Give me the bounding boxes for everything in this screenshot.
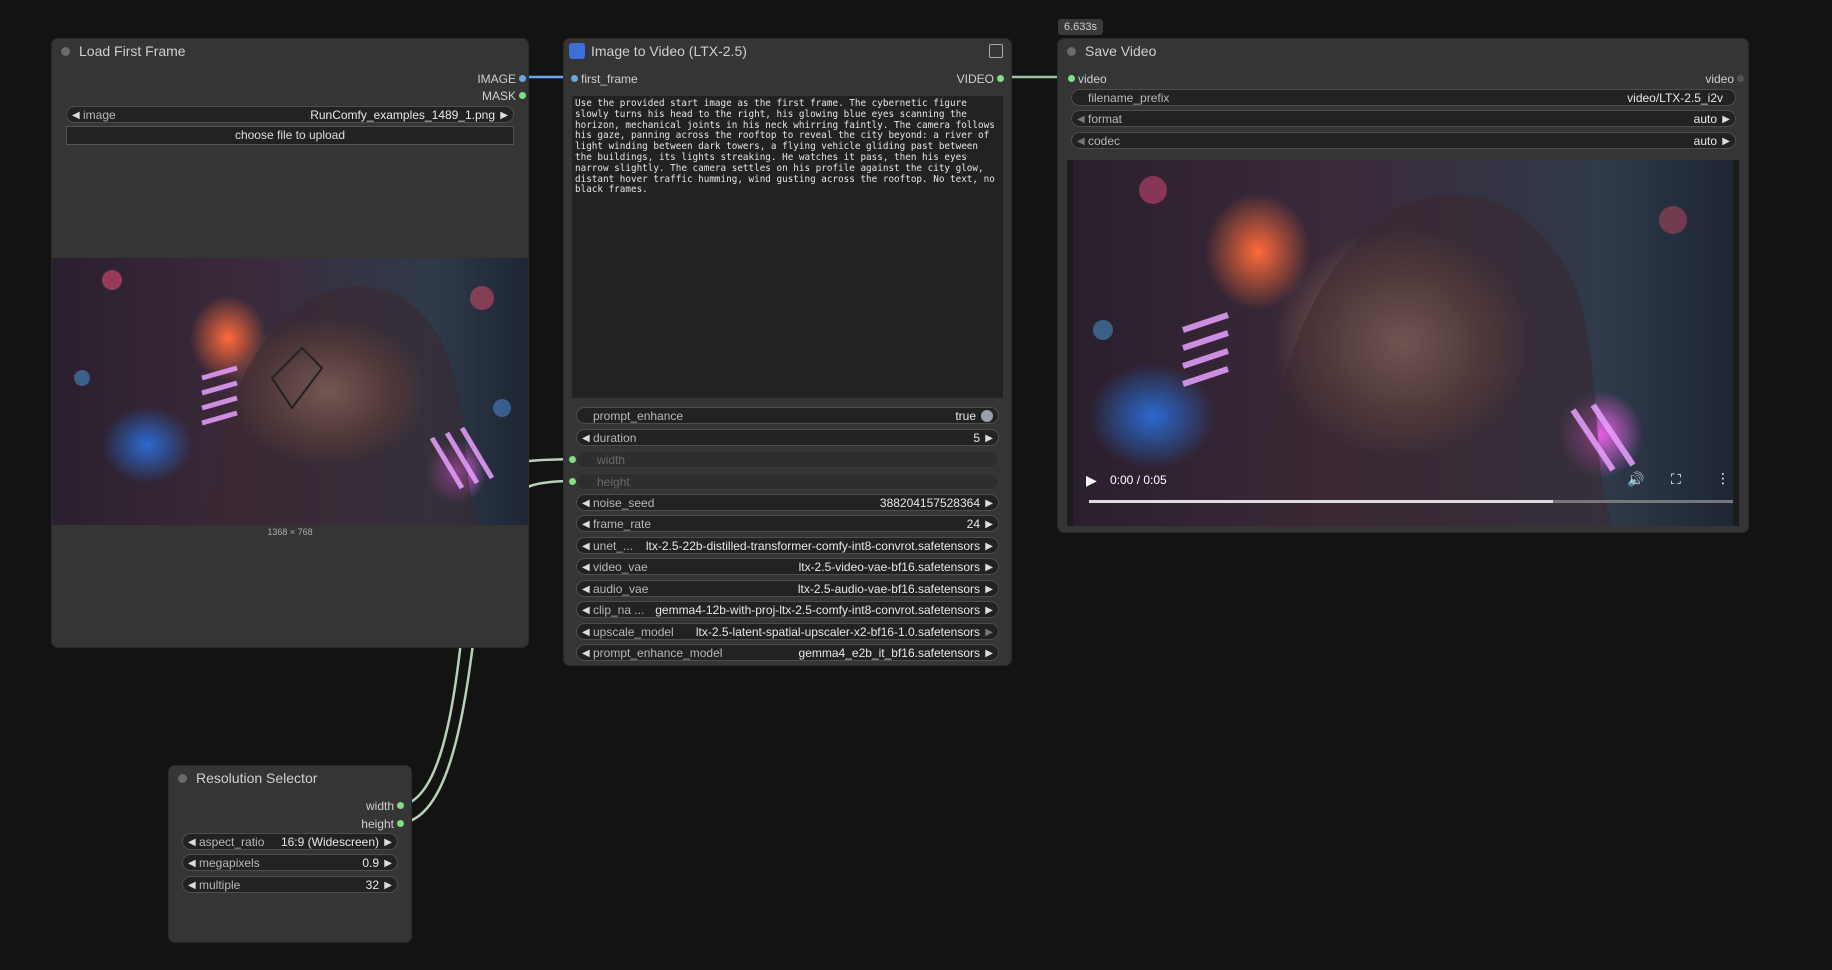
arrow-right-icon[interactable]: ▶ bbox=[1722, 133, 1730, 150]
slot-dot-icon[interactable] bbox=[571, 75, 578, 82]
arrow-right-icon[interactable]: ▶ bbox=[985, 495, 993, 512]
play-icon[interactable]: ▶ bbox=[1086, 472, 1097, 489]
video-vae-combo[interactable]: ◀ video_vae ltx-2.5-video-vae-bf16.safet… bbox=[576, 558, 999, 575]
arrow-right-icon[interactable]: ▶ bbox=[985, 645, 993, 662]
arrow-right-icon[interactable]: ▶ bbox=[985, 581, 993, 598]
arrow-right-icon[interactable]: ▶ bbox=[985, 538, 993, 555]
arrow-right-icon[interactable]: ▶ bbox=[384, 834, 392, 851]
image-to-video-node[interactable]: Image to Video (LTX-2.5) first_frame VID… bbox=[564, 39, 1011, 665]
arrow-left-icon[interactable]: ◀ bbox=[582, 559, 590, 576]
load-first-frame-node[interactable]: Load First Frame IMAGE MASK ◀ image RunC… bbox=[52, 39, 528, 647]
slot-dot-icon[interactable] bbox=[397, 802, 404, 809]
arrow-left-icon[interactable]: ◀ bbox=[582, 581, 590, 598]
arrow-right-icon[interactable]: ▶ bbox=[985, 602, 993, 619]
node-title: Save Video bbox=[1085, 43, 1157, 59]
volume-icon[interactable]: 🔊 bbox=[1627, 471, 1644, 488]
slot-dot-icon[interactable] bbox=[519, 75, 526, 82]
output-image-slot[interactable]: IMAGE bbox=[477, 71, 526, 87]
node-title: Load First Frame bbox=[79, 43, 186, 59]
output-video-slot[interactable]: video bbox=[1705, 71, 1744, 87]
slot-dot-icon[interactable] bbox=[1737, 75, 1744, 82]
video-progress-track[interactable] bbox=[1089, 500, 1733, 503]
slot-dot-icon[interactable] bbox=[997, 75, 1004, 82]
audio-vae-combo[interactable]: ◀ audio_vae ltx-2.5-audio-vae-bf16.safet… bbox=[576, 580, 999, 597]
input-first-frame-slot[interactable]: first_frame bbox=[571, 71, 638, 87]
height-widget: height bbox=[569, 473, 999, 490]
arrow-left-icon[interactable]: ◀ bbox=[582, 602, 590, 619]
slot-dot-icon[interactable] bbox=[569, 478, 576, 485]
arrow-right-icon[interactable]: ▶ bbox=[985, 624, 993, 641]
save-video-node[interactable]: Save Video video video filename_prefix v… bbox=[1058, 39, 1748, 532]
slot-dot-icon[interactable] bbox=[519, 92, 526, 99]
output-mask-slot[interactable]: MASK bbox=[482, 88, 526, 104]
arrow-left-icon[interactable]: ◀ bbox=[188, 834, 196, 851]
arrow-left-icon[interactable]: ◀ bbox=[1077, 133, 1085, 150]
arrow-left-icon[interactable]: ◀ bbox=[188, 855, 196, 872]
slot-dot-icon[interactable] bbox=[569, 456, 576, 463]
node-title-bar[interactable]: Load First Frame bbox=[52, 39, 528, 63]
prompt-textarea[interactable]: Use the provided start image as the firs… bbox=[572, 96, 1003, 398]
noise-seed-widget[interactable]: ◀ noise_seed 388204157528364 ▶ bbox=[576, 494, 999, 511]
arrow-left-icon[interactable]: ◀ bbox=[72, 107, 80, 124]
arrow-left-icon[interactable]: ◀ bbox=[582, 538, 590, 555]
image-combo[interactable]: ◀ image RunComfy_examples_1489_1.png ▶ bbox=[66, 106, 514, 123]
prompt-enhance-model-combo[interactable]: ◀ prompt_enhance_model gemma4_e2b_it_bf1… bbox=[576, 644, 999, 661]
fullscreen-icon[interactable]: ⛶ bbox=[1671, 471, 1681, 488]
format-combo[interactable]: ◀ format auto ▶ bbox=[1071, 110, 1736, 127]
comfy-logo-icon bbox=[569, 43, 585, 59]
node-title-bar[interactable]: Save Video bbox=[1058, 39, 1748, 63]
image-dimensions: 1368 × 768 bbox=[267, 527, 313, 537]
arrow-left-icon[interactable]: ◀ bbox=[582, 495, 590, 512]
node-title: Resolution Selector bbox=[196, 770, 318, 786]
multiple-widget[interactable]: ◀ multiple 32 ▶ bbox=[182, 876, 398, 893]
more-options-icon[interactable]: ⋮ bbox=[1716, 470, 1730, 487]
cyborg-portrait-icon bbox=[74, 270, 511, 525]
output-height-slot[interactable]: height bbox=[361, 816, 404, 832]
prompt-enhance-toggle[interactable]: prompt_enhance true bbox=[576, 407, 999, 424]
slot-dot-icon[interactable] bbox=[1068, 75, 1075, 82]
arrow-right-icon[interactable]: ▶ bbox=[985, 516, 993, 533]
collapse-dot-icon[interactable] bbox=[1067, 47, 1076, 56]
execution-time-badge: 6.633s bbox=[1058, 19, 1104, 35]
toggle-knob-icon[interactable] bbox=[981, 410, 993, 422]
unet-name-combo[interactable]: ◀ unet_... ltx-2.5-22b-distilled-transfo… bbox=[576, 537, 999, 554]
arrow-right-icon[interactable]: ▶ bbox=[985, 559, 993, 576]
output-width-slot[interactable]: width bbox=[366, 798, 404, 814]
arrow-left-icon[interactable]: ◀ bbox=[1077, 111, 1085, 128]
arrow-left-icon[interactable]: ◀ bbox=[582, 645, 590, 662]
arrow-left-icon[interactable]: ◀ bbox=[582, 624, 590, 641]
duration-widget[interactable]: ◀ duration 5 ▶ bbox=[576, 429, 999, 446]
arrow-left-icon[interactable]: ◀ bbox=[582, 430, 590, 447]
node-title-bar[interactable]: Image to Video (LTX-2.5) bbox=[564, 39, 1011, 63]
arrow-left-icon[interactable]: ◀ bbox=[188, 877, 196, 894]
collapse-dot-icon[interactable] bbox=[178, 774, 187, 783]
image-preview bbox=[52, 258, 528, 525]
filename-prefix-widget[interactable]: filename_prefix video/LTX-2.5_i2v bbox=[1071, 89, 1736, 106]
node-title: Image to Video (LTX-2.5) bbox=[591, 43, 747, 59]
clip-name-combo[interactable]: ◀ clip_na ... gemma4-12b-with-proj-ltx-2… bbox=[576, 601, 999, 618]
aspect-ratio-combo[interactable]: ◀ aspect_ratio 16:9 (Widescreen) ▶ bbox=[182, 833, 398, 850]
codec-combo[interactable]: ◀ codec auto ▶ bbox=[1071, 132, 1736, 149]
arrow-right-icon[interactable]: ▶ bbox=[1722, 111, 1730, 128]
arrow-right-icon[interactable]: ▶ bbox=[384, 877, 392, 894]
collapse-dot-icon[interactable] bbox=[61, 47, 70, 56]
arrow-right-icon[interactable]: ▶ bbox=[985, 430, 993, 447]
resolution-selector-node[interactable]: Resolution Selector width height ◀ aspec… bbox=[169, 766, 411, 942]
arrow-right-icon[interactable]: ▶ bbox=[500, 107, 508, 124]
video-player[interactable]: ▶ 0:00 / 0:05 🔊 ⛶ ⋮ bbox=[1067, 160, 1739, 526]
megapixels-widget[interactable]: ◀ megapixels 0.9 ▶ bbox=[182, 854, 398, 871]
upload-button[interactable]: choose file to upload bbox=[66, 126, 514, 145]
expand-icon[interactable] bbox=[989, 44, 1003, 58]
input-video-slot[interactable]: video bbox=[1068, 71, 1107, 87]
slot-dot-icon[interactable] bbox=[397, 820, 404, 827]
arrow-right-icon[interactable]: ▶ bbox=[384, 855, 392, 872]
video-progress-fill bbox=[1089, 500, 1553, 503]
upscale-model-combo[interactable]: ◀ upscale_model ltx-2.5-latent-spatial-u… bbox=[576, 623, 999, 640]
arrow-left-icon[interactable]: ◀ bbox=[582, 516, 590, 533]
frame-rate-widget[interactable]: ◀ frame_rate 24 ▶ bbox=[576, 515, 999, 532]
video-time: 0:00 / 0:05 bbox=[1110, 473, 1167, 487]
output-video-slot[interactable]: VIDEO bbox=[957, 71, 1004, 87]
width-widget: width bbox=[569, 451, 999, 468]
node-title-bar[interactable]: Resolution Selector bbox=[169, 766, 411, 790]
